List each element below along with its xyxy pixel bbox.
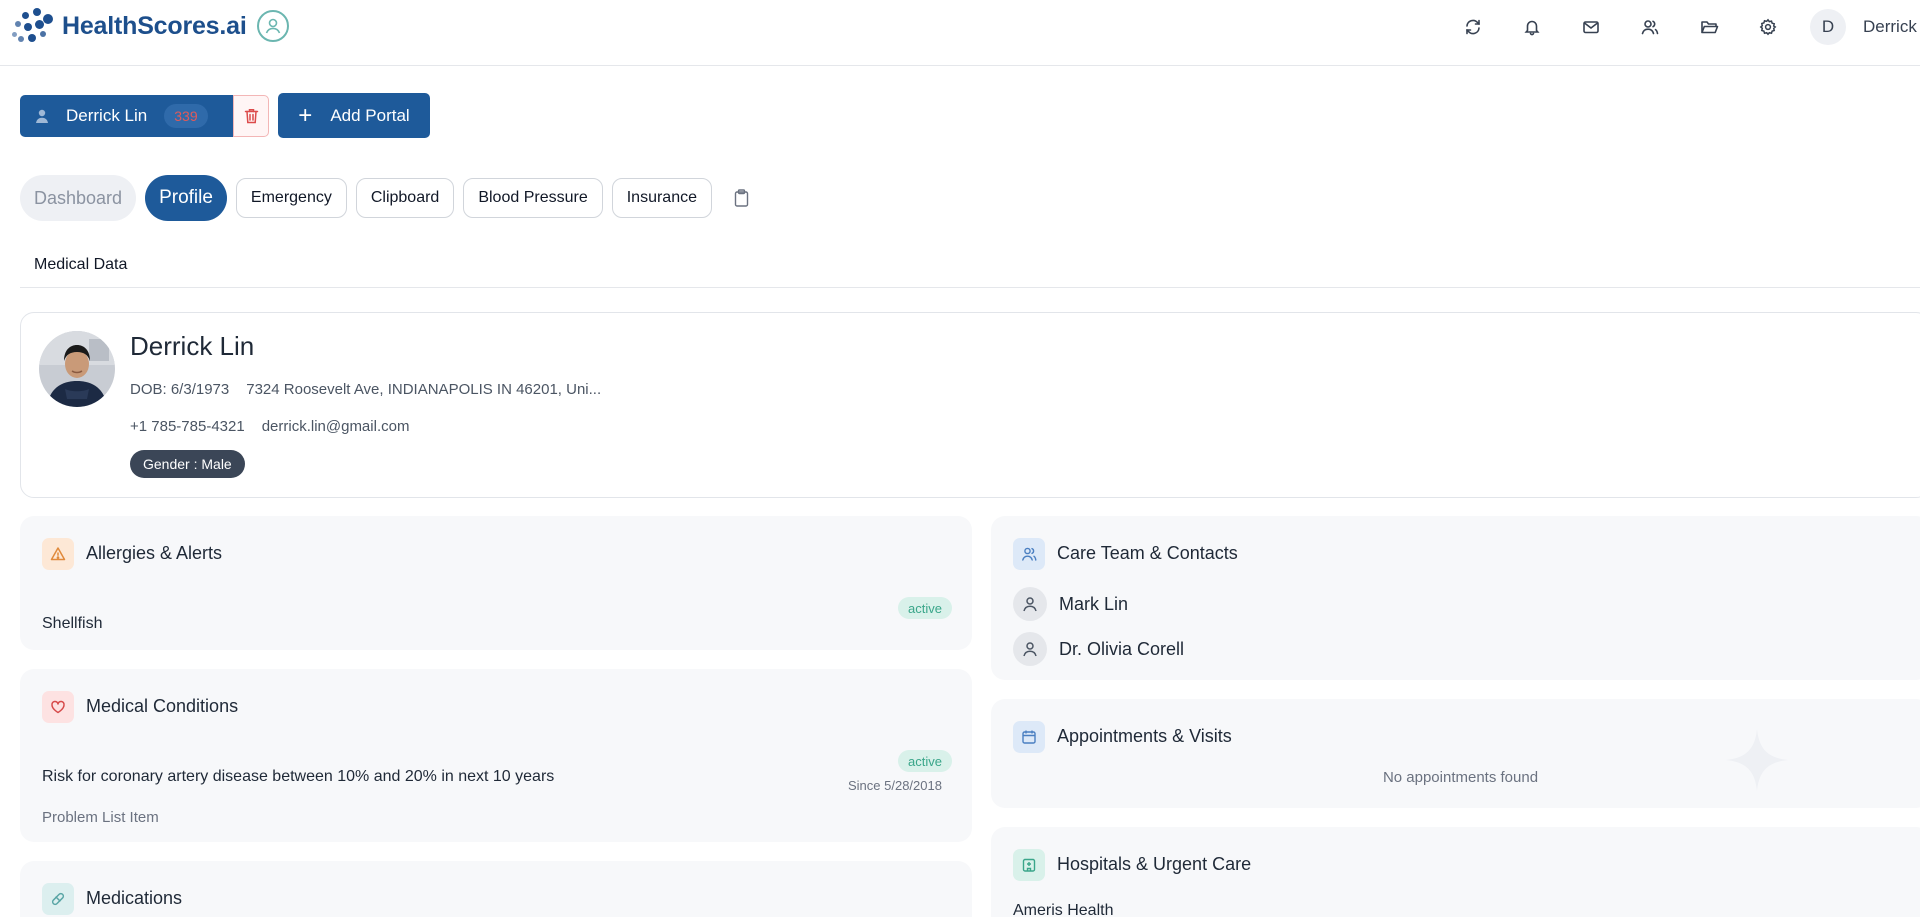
person-icon (1013, 632, 1047, 666)
profile-photo (39, 331, 115, 407)
medical-conditions-title: Medical Conditions (86, 696, 239, 716)
hospital-item: Ameris Health (1013, 902, 1114, 917)
tab-blood-pressure[interactable]: Blood Pressure (463, 178, 603, 218)
allergies-title: Allergies & Alerts (86, 543, 223, 563)
refresh-icon[interactable] (1456, 10, 1490, 44)
add-portal-button[interactable]: + Add Portal (278, 93, 430, 138)
top-bar: HealthScores.ai D Derrick (0, 0, 1920, 66)
users-icon[interactable] (1633, 10, 1667, 44)
users-icon (1013, 538, 1045, 570)
person-icon (1013, 587, 1047, 621)
add-portal-label: Add Portal (330, 105, 410, 125)
tab-emergency[interactable]: Emergency (235, 178, 347, 218)
contact-item[interactable]: Dr. Olivia Corell (1013, 632, 1184, 666)
tab-bar: Dashboard Profile Emergency Clipboard Bl… (20, 175, 753, 221)
care-team-title: Care Team & Contacts (1057, 543, 1238, 563)
logo-text: HealthScores.ai (62, 11, 247, 40)
divider (20, 287, 1920, 288)
hospitals-card: Hospitals & Urgent Care Ameris Health (991, 827, 1920, 917)
patient-selector-row: Derrick Lin 339 + Add Portal (20, 93, 430, 138)
tab-clipboard[interactable]: Clipboard (355, 178, 455, 218)
hospitals-title: Hospitals & Urgent Care (1057, 854, 1252, 874)
section-label-medical-data: Medical Data (34, 256, 128, 273)
heart-icon (42, 691, 74, 723)
profile-phone: +1 785-785-4321 (130, 418, 245, 435)
tab-profile[interactable]: Profile (145, 175, 227, 221)
user-avatar[interactable]: D (1810, 9, 1846, 45)
allergies-card: Allergies & Alerts active Shellfish (20, 516, 972, 650)
hospital-icon (1013, 849, 1045, 881)
plus-icon: + (298, 101, 313, 129)
folder-icon[interactable] (1692, 10, 1726, 44)
user-circle-icon[interactable] (256, 10, 289, 42)
patient-count-badge: 339 (164, 103, 208, 128)
user-name[interactable]: Derrick (1863, 17, 1920, 37)
gear-icon[interactable] (1751, 10, 1785, 44)
allergy-item: Shellfish (42, 615, 103, 632)
contact-name: Dr. Olivia Corell (1059, 638, 1185, 659)
medications-card: Medications (20, 861, 972, 917)
contact-item[interactable]: Mark Lin (1013, 587, 1128, 621)
status-badge: active (898, 750, 952, 772)
tab-dashboard[interactable]: Dashboard (20, 175, 137, 221)
appointments-card: Appointments & Visits No appointments fo… (991, 699, 1920, 808)
mail-icon[interactable] (1574, 10, 1608, 44)
calendar-icon (1013, 721, 1045, 753)
appointments-title: Appointments & Visits (1057, 726, 1232, 746)
clipboard-icon[interactable] (731, 187, 753, 209)
tab-insurance[interactable]: Insurance (611, 178, 712, 218)
medications-title: Medications (86, 888, 183, 908)
delete-patient-button[interactable] (233, 94, 269, 137)
condition-category: Problem List Item (42, 809, 159, 826)
condition-since: Since 5/28/2018 (848, 778, 942, 793)
logo-mark-icon (10, 6, 56, 46)
sparkle-icon (1726, 729, 1788, 791)
care-team-card: Care Team & Contacts Mark Lin Dr. Olivia… (991, 516, 1920, 680)
trash-icon (244, 108, 258, 123)
gender-badge: Gender : Male (130, 450, 245, 478)
profile-dob-address: DOB: 6/3/1973 7324 Roosevelt Ave, INDIANA… (130, 381, 601, 398)
medical-conditions-card: Medical Conditions active Risk for coron… (20, 669, 972, 842)
profile-address: 7324 Roosevelt Ave, INDIANAPOLIS IN 4620… (246, 381, 602, 398)
bell-icon[interactable] (1515, 10, 1549, 44)
patient-chip-name: Derrick Lin (66, 105, 148, 125)
profile-card: Derrick Lin DOB: 6/3/1973 7324 Roosevelt … (20, 312, 1920, 498)
profile-name: Derrick Lin (130, 331, 255, 361)
person-icon (36, 109, 48, 123)
warning-icon (42, 538, 74, 570)
condition-item: Risk for coronary artery disease between… (42, 768, 555, 785)
profile-contact-info: +1 785-785-4321 derrick.lin@gmail.com (130, 418, 409, 435)
pill-icon (42, 883, 74, 915)
profile-email: derrick.lin@gmail.com (261, 418, 410, 435)
profile-dob: DOB: 6/3/1973 (130, 381, 230, 398)
contact-name: Mark Lin (1059, 593, 1129, 614)
logo[interactable]: HealthScores.ai (10, 6, 289, 46)
top-toolbar: D Derrick (1431, 9, 1920, 45)
patient-chip[interactable]: Derrick Lin 339 (20, 94, 233, 137)
status-badge: active (898, 597, 952, 619)
